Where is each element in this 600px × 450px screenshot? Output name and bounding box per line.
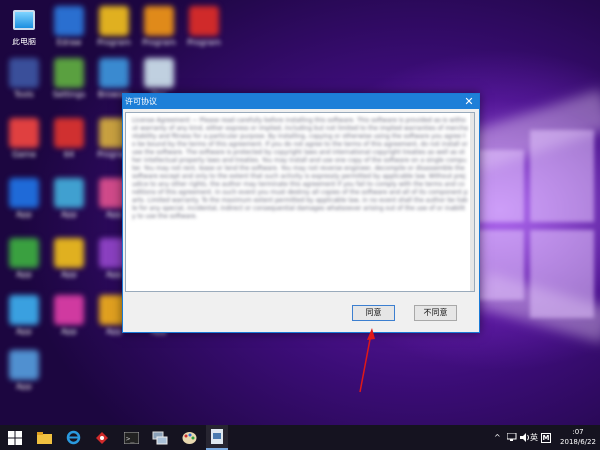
paint-icon bbox=[182, 431, 196, 444]
clock-date: 2018/6/22 bbox=[560, 438, 596, 446]
app-button[interactable] bbox=[91, 425, 113, 450]
network-status-icon bbox=[507, 433, 517, 441]
arrow-line bbox=[359, 333, 372, 393]
svg-text:>_: >_ bbox=[126, 435, 135, 443]
taskbar: >_ ^ 英 M :07 2018/6/22 bbox=[0, 425, 600, 450]
folder-icon bbox=[36, 431, 52, 444]
tray-volume[interactable] bbox=[520, 425, 530, 450]
speaker-icon bbox=[520, 433, 529, 442]
app-icon bbox=[96, 431, 108, 444]
windows-logo-icon bbox=[8, 430, 22, 445]
tray-chevron[interactable]: ^ bbox=[494, 425, 501, 450]
tray-network[interactable] bbox=[507, 425, 518, 450]
tray-ime[interactable]: 英 bbox=[530, 425, 538, 450]
installer-button[interactable] bbox=[206, 425, 228, 450]
terminal-icon: >_ bbox=[123, 431, 139, 444]
internet-explorer-button[interactable] bbox=[62, 425, 84, 450]
network-icon bbox=[152, 431, 168, 444]
clock-time: :07 bbox=[572, 428, 584, 436]
start-button[interactable] bbox=[4, 425, 26, 450]
network-button[interactable] bbox=[149, 425, 171, 450]
tray-input-method[interactable]: M bbox=[541, 425, 551, 450]
annotation-arrow bbox=[359, 328, 375, 393]
input-method-badge: M bbox=[541, 432, 551, 443]
arrow-head bbox=[367, 328, 375, 340]
installer-icon bbox=[211, 429, 223, 444]
paint-button[interactable] bbox=[178, 425, 200, 450]
file-explorer-button[interactable] bbox=[33, 425, 55, 450]
internet-explorer-icon bbox=[66, 430, 80, 445]
taskbar-clock[interactable]: :07 2018/6/22 bbox=[560, 427, 596, 447]
terminal-button[interactable]: >_ bbox=[120, 425, 142, 450]
